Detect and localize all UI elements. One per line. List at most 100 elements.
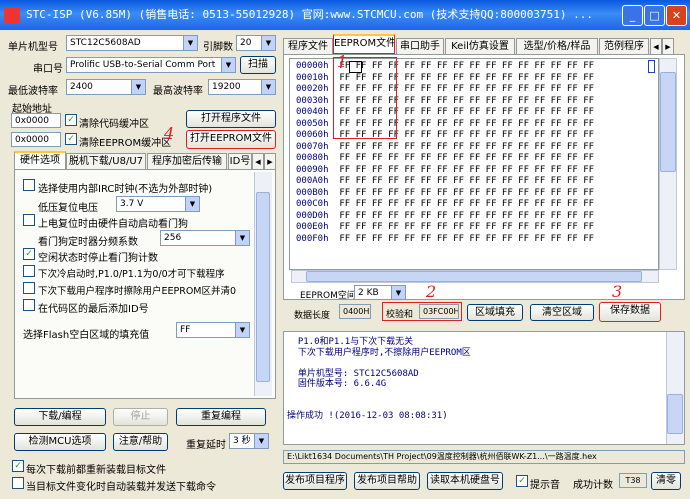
- title-bar: STC-ISP (V6.85M) (销售电话: 0513-55012928) 官…: [0, 0, 690, 30]
- hex-horizontal-scrollbar-thumb[interactable]: [306, 271, 642, 282]
- eeprom-address-input[interactable]: 0x0000: [11, 132, 61, 147]
- log-line: 下次下载用户程序时,不擦除用户EEPROM区: [287, 347, 471, 358]
- hex-row-address: 00070h: [296, 141, 329, 152]
- hex-row-address: 00040h: [296, 107, 329, 117]
- tab-scroll-right-icon[interactable]: ▶: [264, 153, 276, 169]
- mcu-type-label: 单片机型号: [8, 42, 58, 53]
- hex-row-bytes[interactable]: FF FF FF FF FF FF FF FF FF FF FF FF FF F…: [339, 188, 594, 198]
- tab-sample-programs[interactable]: 范例程序: [599, 38, 649, 54]
- publish-program-button[interactable]: 发布项目程序: [283, 472, 347, 490]
- hex-row-bytes[interactable]: FF FF FF FF FF FF FF FF FF FF FF FF FF F…: [339, 176, 594, 186]
- min-baud-label: 最低波特率: [8, 86, 58, 97]
- tab-selection-price[interactable]: 选型/价格/样品: [516, 38, 598, 54]
- hex-row: 000F0h FF FF FF FF FF FF FF FF FF FF FF …: [296, 234, 656, 246]
- annotation-2: 2: [426, 282, 437, 301]
- hex-row-bytes[interactable]: FF FF FF FF FF FF FF FF FF FF FF FF FF F…: [339, 234, 594, 244]
- minimize-icon[interactable]: _: [622, 5, 643, 26]
- read-disk-id-button[interactable]: 读取本机硬盘号: [427, 472, 503, 490]
- hex-row-address: 000D0h: [296, 210, 329, 221]
- tab-scroll-right-icon[interactable]: ▶: [662, 38, 674, 54]
- hex-row: 00090h FF FF FF FF FF FF FF FF FF FF FF …: [296, 165, 656, 177]
- pins-label: 引脚数: [203, 42, 233, 53]
- log-scrollbar-thumb[interactable]: [667, 394, 683, 434]
- ascii-cursor: [648, 60, 655, 73]
- tab-encrypted-transfer[interactable]: 程序加密后传输: [147, 153, 227, 169]
- stop-button[interactable]: 停止: [113, 408, 168, 426]
- prompt-sound-checkbox[interactable]: ✓: [516, 475, 528, 487]
- wdt-divider-select[interactable]: 256 ▼: [160, 230, 250, 246]
- chevron-down-icon: ▼: [261, 80, 275, 94]
- reload-file-label: 每次下载前都重新装载目标文件: [26, 465, 166, 476]
- clear-eeprom-label: 清除EEPROM缓冲区: [79, 138, 172, 149]
- erase-eeprom-checkbox[interactable]: [23, 282, 35, 294]
- save-data-button[interactable]: 保存数据: [599, 302, 661, 322]
- p10-download-checkbox[interactable]: [23, 265, 35, 277]
- hex-row-bytes[interactable]: FF FF FF FF FF FF FF FF FF FF FF FF FF F…: [339, 153, 594, 163]
- tab-scroll-left-icon[interactable]: ◀: [252, 153, 264, 169]
- clear-code-label: 清除代码缓冲区: [79, 119, 149, 130]
- tab-hardware-options[interactable]: 硬件选项: [14, 151, 66, 169]
- idle-stop-checkbox[interactable]: ✓: [23, 248, 35, 260]
- clear-count-button[interactable]: 清零: [651, 472, 681, 490]
- clear-eeprom-checkbox[interactable]: ✓: [65, 133, 77, 145]
- close-icon[interactable]: ✕: [666, 5, 687, 26]
- log-line: 操作成功 !(2016-12-03 08:08:31): [287, 410, 448, 421]
- tab-program-file[interactable]: 程序文件: [283, 38, 333, 54]
- min-baud-select[interactable]: 2400 ▼: [66, 79, 146, 95]
- success-count-value: T38: [619, 473, 647, 488]
- code-address-input[interactable]: 0x0000: [11, 113, 61, 128]
- hex-vertical-scrollbar-thumb[interactable]: [660, 72, 676, 172]
- irc-clock-checkbox[interactable]: [23, 179, 35, 191]
- hex-row-address: 00060h: [296, 130, 329, 140]
- tab-keil-settings[interactable]: Keil仿真设置: [445, 38, 515, 54]
- hex-row-bytes[interactable]: FF FF FF FF FF FF FF FF FF FF FF FF FF F…: [339, 165, 594, 175]
- repeat-program-button[interactable]: 重复编程: [176, 408, 266, 426]
- clear-area-button[interactable]: 清空区域: [530, 304, 594, 321]
- pins-select[interactable]: 20 ▼: [236, 35, 276, 51]
- eeprom-space-select[interactable]: 2 KB ▼: [354, 285, 406, 300]
- detect-mcu-button[interactable]: 检测MCU选项: [14, 433, 106, 451]
- options-scrollbar-thumb[interactable]: [256, 192, 270, 382]
- log-line: 固件版本号: 6.6.4G: [287, 379, 387, 389]
- tab-scroll-left-icon[interactable]: ◀: [650, 38, 662, 54]
- hex-row-bytes[interactable]: FF FF FF FF FF FF FF FF FF FF FF FF FF F…: [339, 199, 594, 209]
- hex-row-address: 00000h: [296, 61, 329, 71]
- hex-row-bytes[interactable]: FF FF FF FF FF FF FF FF FF FF FF FF FF F…: [339, 142, 594, 152]
- tab-offline-download[interactable]: 脱机下载/U8/U7: [66, 153, 146, 169]
- download-program-button[interactable]: 下载/编程: [14, 408, 106, 426]
- low-voltage-select[interactable]: 3.7 V ▼: [116, 196, 200, 212]
- auto-send-checkbox[interactable]: [12, 477, 24, 489]
- max-baud-select[interactable]: 19200 ▼: [208, 79, 276, 95]
- flash-fill-label: 选择Flash空白区域的填充值: [23, 330, 150, 341]
- add-id-checkbox[interactable]: [23, 299, 35, 311]
- log-line: 单片机型号: STC12C5608AD: [287, 368, 419, 379]
- tab-serial-assistant[interactable]: 串口助手: [396, 38, 444, 54]
- help-button[interactable]: 注意/帮助: [113, 433, 168, 451]
- port-label: 串口号: [33, 64, 63, 75]
- tab-id-number[interactable]: ID号: [228, 153, 252, 169]
- flash-fill-select[interactable]: FF ▼: [176, 322, 250, 338]
- maximize-icon[interactable]: □: [644, 5, 665, 26]
- open-program-file-button[interactable]: 打开程序文件: [186, 110, 276, 128]
- publish-help-button[interactable]: 发布项目帮助: [354, 472, 420, 490]
- mcu-type-select[interactable]: STC12C5608AD ▼: [66, 35, 198, 51]
- hex-row-bytes[interactable]: FF FF FF FF FF FF FF FF FF FF FF FF FF F…: [339, 222, 594, 232]
- hex-row: 00070h FF FF FF FF FF FF FF FF FF FF FF …: [296, 142, 656, 154]
- reload-file-checkbox[interactable]: ✓: [12, 460, 24, 472]
- repeat-delay-label: 重复延时: [186, 440, 226, 451]
- hex-row-address: 00020h: [296, 84, 329, 94]
- repeat-delay-select[interactable]: 3 秒 ▼: [229, 433, 269, 449]
- open-eeprom-file-button[interactable]: 打开EEPROM文件: [186, 130, 276, 149]
- eeprom-space-label: EEPROM空间: [300, 291, 356, 301]
- port-select[interactable]: Prolific USB-to-Serial Comm Port ▼: [66, 57, 236, 73]
- hex-row-bytes[interactable]: FF FF FF FF FF FF FF FF FF FF FF FF FF F…: [339, 211, 594, 221]
- fill-area-button[interactable]: 区域填充: [467, 304, 523, 321]
- tab-eeprom-file[interactable]: EEPROM文件: [333, 34, 395, 54]
- scan-button[interactable]: 扫描: [240, 56, 276, 74]
- clear-code-checkbox[interactable]: ✓: [65, 114, 77, 126]
- watchdog-checkbox[interactable]: [23, 214, 35, 226]
- chevron-down-icon: ▼: [183, 36, 197, 50]
- hex-row: 000D0h FF FF FF FF FF FF FF FF FF FF FF …: [296, 211, 656, 223]
